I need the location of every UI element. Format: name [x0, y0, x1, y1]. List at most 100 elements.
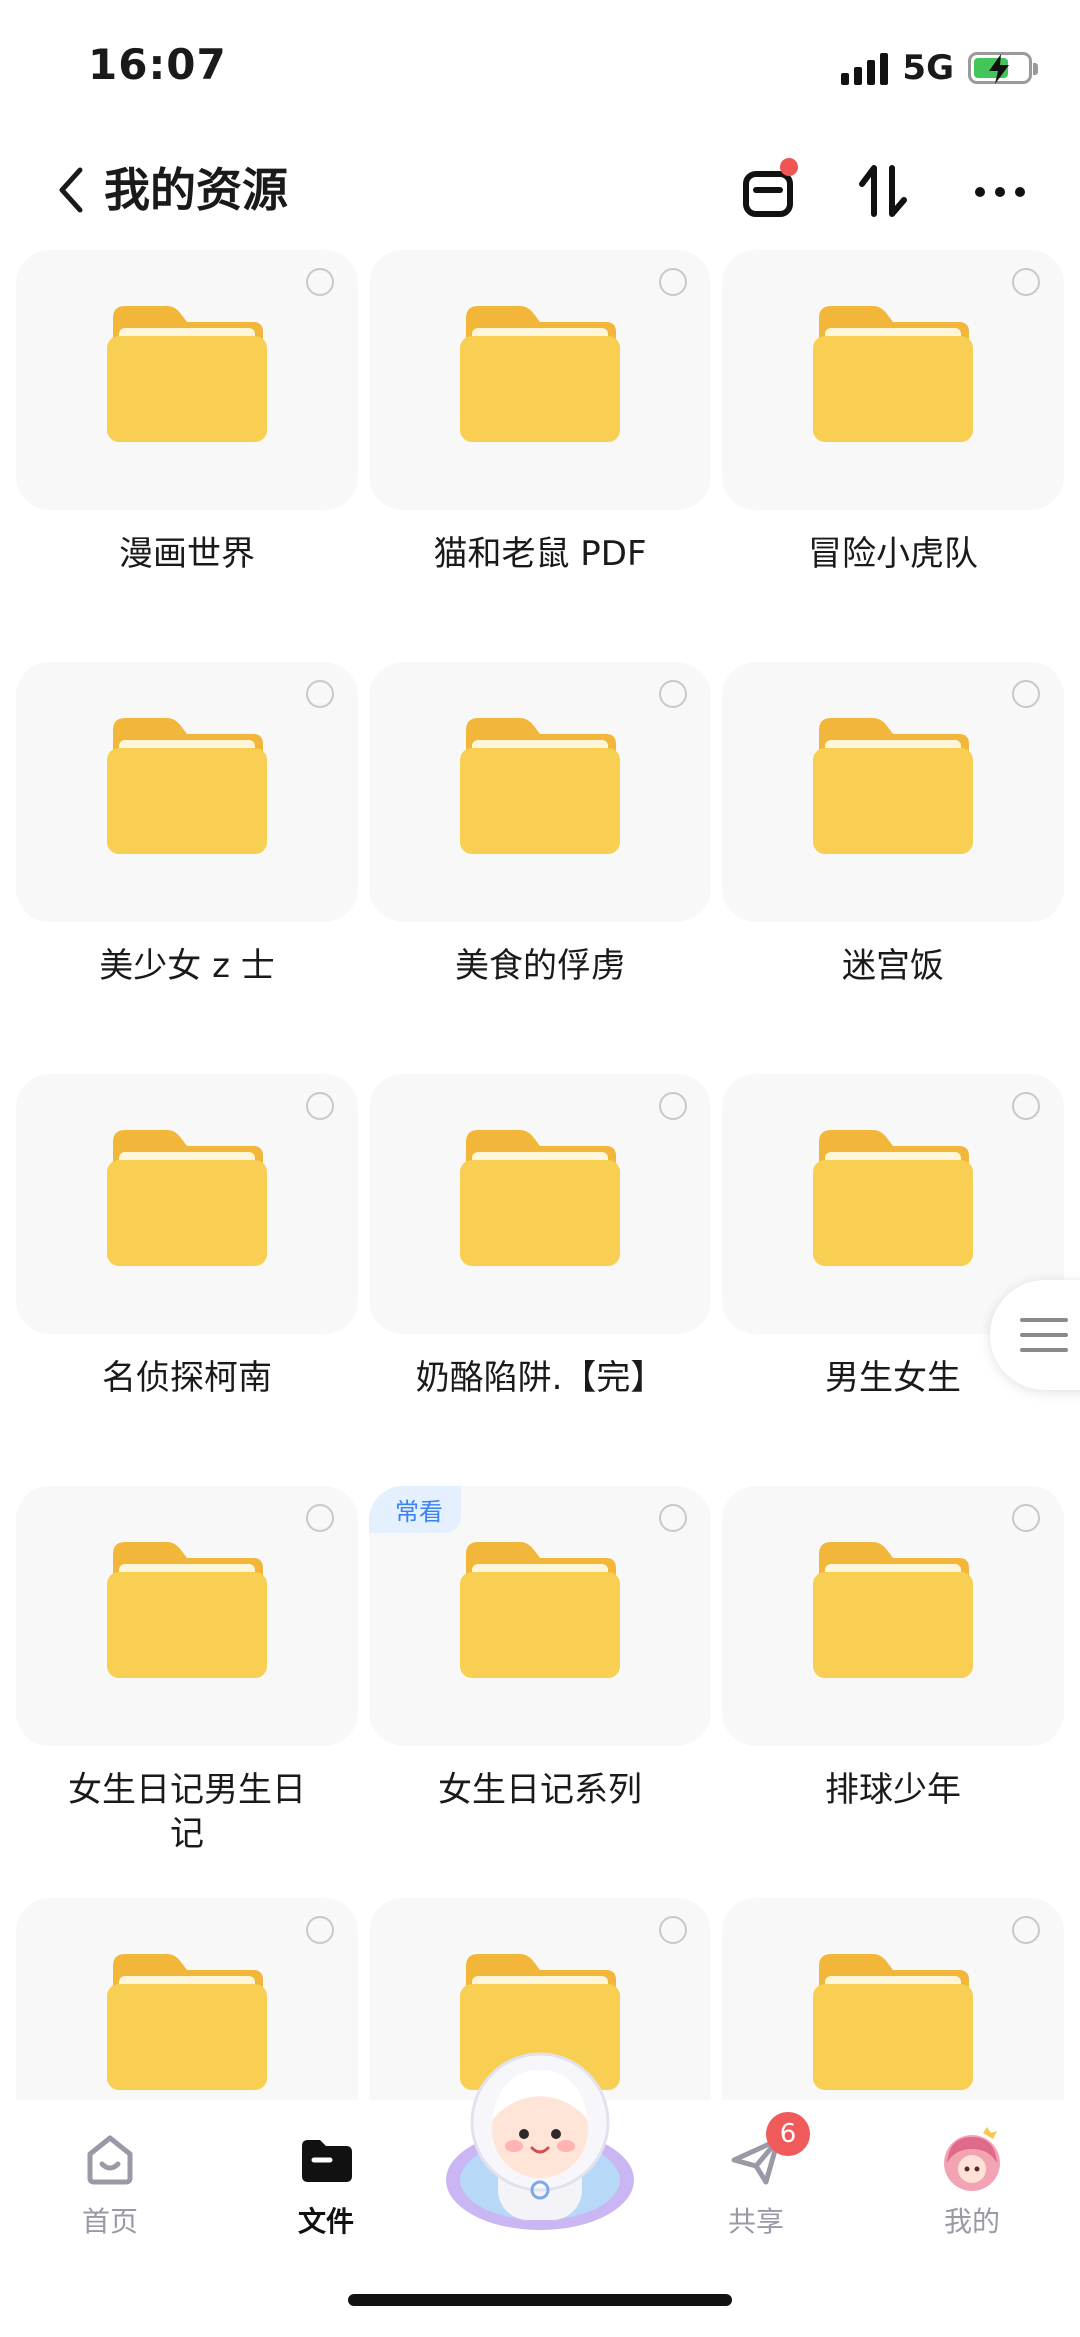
folder-item[interactable]: 奶酪陷阱.【完】: [369, 1074, 711, 1474]
folder-icon: [813, 1954, 973, 2090]
select-checkbox[interactable]: [306, 1916, 334, 1944]
sort-icon: [859, 165, 907, 217]
select-checkbox[interactable]: [659, 1916, 687, 1944]
grid-row: 女生日记男生日记 常看 女生日记系列 排球少年: [16, 1486, 1064, 1898]
back-button[interactable]: [58, 160, 98, 220]
select-checkbox[interactable]: [659, 1504, 687, 1532]
select-checkbox[interactable]: [306, 680, 334, 708]
grid-row: 美少女 z 士 美食的俘虏 迷宫饭: [16, 662, 1064, 1074]
status-time: 16:07: [88, 40, 227, 89]
folder-icon: [460, 1130, 620, 1266]
more-button[interactable]: [968, 160, 1032, 224]
mascot-icon: [446, 2052, 634, 2230]
network-type: 5G: [902, 48, 954, 88]
share-icon: 6: [686, 2112, 826, 2196]
status-indicators: 5G: [841, 46, 1038, 90]
folder-item[interactable]: 女生日记男生日记: [16, 1486, 358, 1886]
folder-label: 美食的俘虏: [455, 946, 625, 986]
tab-label: 文件: [297, 2205, 354, 2238]
select-checkbox[interactable]: [1012, 1504, 1040, 1532]
signal-icon: [841, 51, 889, 85]
folder-item[interactable]: 男生女生: [722, 1074, 1064, 1474]
select-checkbox[interactable]: [1012, 1092, 1040, 1120]
tab-files[interactable]: 文件: [256, 2124, 396, 2240]
folder-card[interactable]: [369, 250, 711, 510]
folder-item[interactable]: 迷宫饭: [722, 662, 1064, 1062]
folder-icon: [813, 306, 973, 442]
battery-icon: [968, 52, 1038, 84]
folder-item[interactable]: 排球少年: [722, 1486, 1064, 1886]
folder-icon: [107, 718, 267, 854]
folder-label: 猫和老鼠 PDF: [433, 534, 647, 574]
folder-label: 美少女 z 士: [99, 946, 275, 986]
folder-label: 女生日记系列: [438, 1770, 642, 1810]
chevron-left-icon: [59, 167, 83, 213]
folder-card[interactable]: [369, 662, 711, 922]
folder-label: 名侦探柯南: [102, 1358, 272, 1398]
folder-card[interactable]: 常看: [369, 1486, 711, 1746]
select-checkbox[interactable]: [306, 1092, 334, 1120]
folder-card[interactable]: [16, 1486, 358, 1746]
folder-icon: [813, 1542, 973, 1678]
folder-item[interactable]: 美食的俘虏: [369, 662, 711, 1062]
select-checkbox[interactable]: [659, 1092, 687, 1120]
folder-icon: [107, 1954, 267, 2090]
home-indicator[interactable]: [348, 2294, 732, 2306]
header: 我的资源: [0, 150, 1080, 230]
folder-item[interactable]: 美少女 z 士: [16, 662, 358, 1062]
folder-card[interactable]: [16, 1074, 358, 1334]
avatar-icon: [902, 2124, 1042, 2196]
folder-icon: [460, 1542, 620, 1678]
folder-icon: [813, 718, 973, 854]
select-checkbox[interactable]: [1012, 1916, 1040, 1944]
new-indicator-dot: [780, 158, 798, 176]
frequent-badge: 常看: [369, 1486, 461, 1533]
folder-card[interactable]: [722, 662, 1064, 922]
folder-icon: [460, 306, 620, 442]
folder-label: 迷宫饭: [842, 946, 944, 986]
recent-box-button[interactable]: [736, 158, 800, 224]
folder-icon: [107, 306, 267, 442]
folder-icon: [460, 718, 620, 854]
select-checkbox[interactable]: [306, 1504, 334, 1532]
folder-card[interactable]: [16, 250, 358, 510]
folder-card[interactable]: [722, 1486, 1064, 1746]
tab-label: 我的: [943, 2205, 1000, 2238]
folder-icon: [107, 1542, 267, 1678]
folder-item[interactable]: 冒险小虎队: [722, 250, 1064, 650]
select-checkbox[interactable]: [659, 268, 687, 296]
tab-label: 首页: [81, 2205, 138, 2238]
menu-icon: [1020, 1318, 1068, 1352]
home-icon: [40, 2124, 180, 2196]
folder-label: 漫画世界: [119, 534, 255, 574]
folder-item[interactable]: 漫画世界: [16, 250, 358, 650]
sort-button[interactable]: [852, 160, 916, 224]
tab-share[interactable]: 6 共享: [686, 2112, 826, 2240]
folder-label: 排球少年: [825, 1770, 961, 1810]
tab-home[interactable]: 首页: [40, 2124, 180, 2240]
folder-card[interactable]: [369, 1074, 711, 1334]
folder-item[interactable]: 常看 女生日记系列: [369, 1486, 711, 1886]
grid-row: 名侦探柯南 奶酪陷阱.【完】 男生女生: [16, 1074, 1064, 1486]
folder-item[interactable]: 名侦探柯南: [16, 1074, 358, 1474]
folder-card[interactable]: [722, 250, 1064, 510]
folder-item[interactable]: 猫和老鼠 PDF: [369, 250, 711, 650]
select-checkbox[interactable]: [659, 680, 687, 708]
grid-row: 漫画世界 猫和老鼠 PDF 冒险小虎队: [16, 250, 1064, 662]
tab-mine[interactable]: 我的: [902, 2124, 1042, 2240]
status-bar: 16:07 5G: [0, 0, 1080, 130]
notification-badge: 6: [766, 2112, 810, 2156]
page-title: 我的资源: [104, 163, 288, 217]
assistant-mascot-button[interactable]: [440, 2030, 640, 2230]
folder-icon: [813, 1130, 973, 1266]
folder-card[interactable]: [16, 662, 358, 922]
folder-label: 冒险小虎队: [808, 534, 978, 574]
select-checkbox[interactable]: [306, 268, 334, 296]
tab-label: 共享: [727, 2205, 784, 2238]
select-checkbox[interactable]: [1012, 680, 1040, 708]
folder-icon: [107, 1130, 267, 1266]
select-checkbox[interactable]: [1012, 268, 1040, 296]
folder-label: 女生日记男生日记: [68, 1770, 306, 1854]
more-icon: [975, 187, 1025, 197]
file-icon: [256, 2124, 396, 2196]
